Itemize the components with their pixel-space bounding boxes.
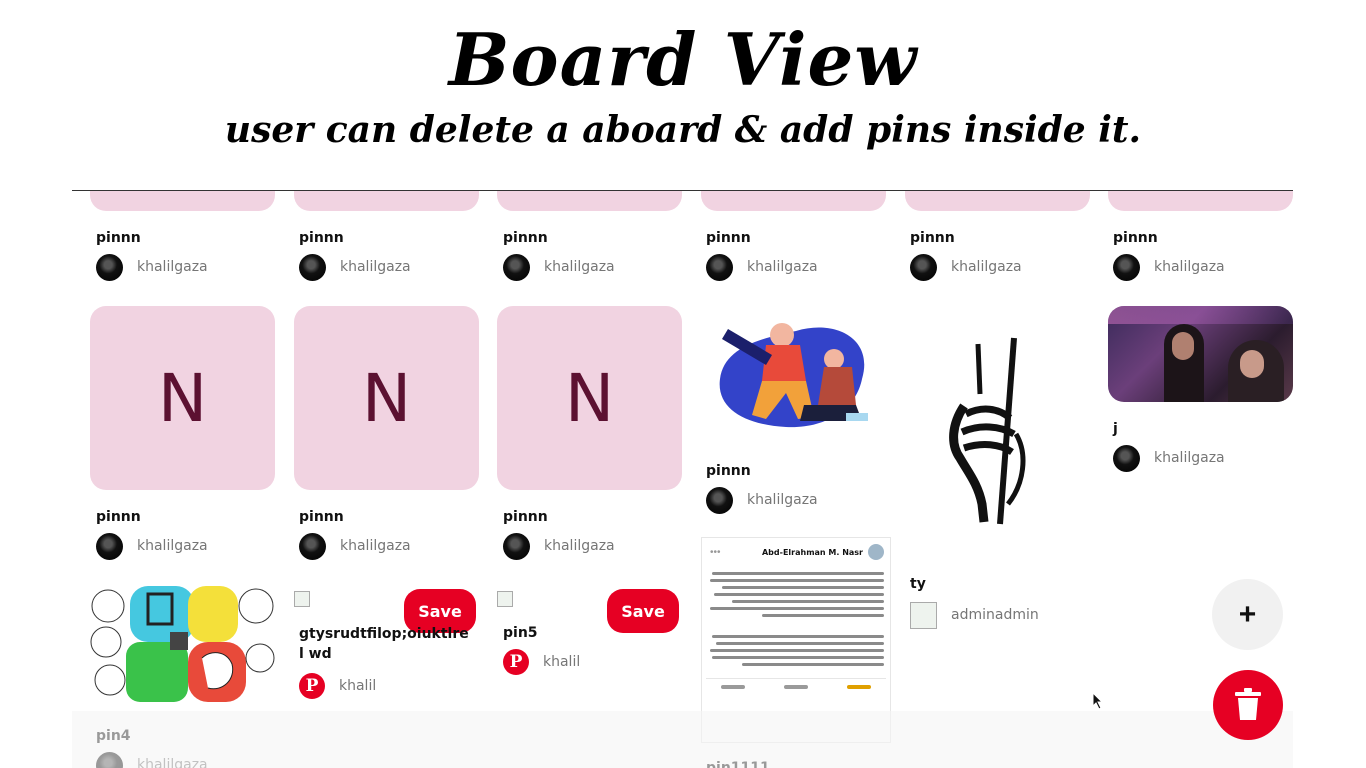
doodle-image[interactable] [90, 584, 275, 706]
pin-card[interactable]: pin5 Pkhalil [503, 624, 580, 676]
pin-card[interactable]: gtysrudtfilop;oiuktlrel wd Pkhalil [299, 624, 469, 700]
pin-board[interactable]: pinnn khalilgaza pinnn khalilgaza pinnn … [72, 191, 1293, 768]
pin-title: pinnn [96, 509, 141, 525]
pin-title: pinnn [96, 230, 141, 246]
avatar[interactable] [503, 532, 530, 560]
pin-letter: N [564, 359, 615, 437]
pin-username[interactable]: khalilgaza [1154, 450, 1225, 466]
pin-card[interactable]: pinnn khalilgaza [910, 229, 1022, 281]
avatar[interactable] [299, 532, 326, 560]
more-icon: ••• [710, 546, 721, 558]
avatar[interactable] [706, 486, 733, 514]
pin-title: pinnn [299, 230, 344, 246]
pin-username[interactable]: khalilgaza [1154, 259, 1225, 275]
pin-title: pinnn [503, 509, 548, 525]
pin-image[interactable] [1108, 191, 1293, 211]
plus-icon: + [1238, 597, 1257, 631]
pin-card[interactable]: pinnn khalilgaza [299, 229, 411, 281]
pin-title: ty [910, 576, 926, 592]
avatar [868, 544, 884, 560]
pin-username[interactable]: khalil [339, 678, 376, 694]
pin-title: pinnn [1113, 230, 1158, 246]
avatar[interactable] [910, 601, 937, 629]
add-pin-button[interactable]: + [1212, 579, 1283, 650]
pin-letter: N [361, 359, 412, 437]
avatar[interactable] [1113, 253, 1140, 281]
pin-image[interactable] [497, 191, 682, 211]
pin-username[interactable]: adminadmin [951, 607, 1039, 623]
page-title: Board View [448, 17, 918, 102]
pin-card[interactable]: pinnn khalilgaza [96, 508, 208, 560]
post-text [702, 572, 890, 666]
avatar[interactable] [299, 253, 326, 281]
avatar[interactable] [503, 253, 530, 281]
pin-username[interactable]: khalil [543, 654, 580, 670]
pin-username[interactable]: khalilgaza [137, 259, 208, 275]
pin-card[interactable]: j khalilgaza [1113, 420, 1225, 472]
hand-drawing-image[interactable] [942, 334, 1036, 528]
mouse-cursor-icon [1092, 692, 1104, 710]
pin-card[interactable]: pinnn khalilgaza [299, 508, 411, 560]
pin-title: pinnn [503, 230, 548, 246]
pin-card[interactable]: pinnn khalilgaza [503, 508, 615, 560]
broken-image-icon [294, 591, 310, 607]
pin-image[interactable]: N [294, 306, 479, 490]
pin-card[interactable]: pinnn khalilgaza [706, 229, 818, 281]
pin-letter: N [157, 359, 208, 437]
pin-image[interactable]: N [497, 306, 682, 490]
pin-username[interactable]: khalilgaza [137, 538, 208, 554]
save-button[interactable]: Save [607, 589, 679, 633]
pin-card[interactable]: pinnn khalilgaza [1113, 229, 1225, 281]
pin-username[interactable]: khalilgaza [544, 259, 615, 275]
fade-overlay [72, 711, 1293, 768]
avatar[interactable] [910, 253, 937, 281]
pin-username[interactable]: khalilgaza [951, 259, 1022, 275]
pin-card[interactable]: pinnn khalilgaza [96, 229, 208, 281]
photo-image[interactable] [1108, 306, 1293, 402]
pin-card[interactable]: pinnn khalilgaza [503, 229, 615, 281]
pin-title: gtysrudtfilop;oiuktlrel wd [299, 626, 469, 662]
pin-card[interactable]: ty adminadmin [910, 575, 1039, 629]
pin-title: pin5 [503, 625, 538, 641]
pin-username[interactable]: khalilgaza [747, 492, 818, 508]
pin-username[interactable]: khalilgaza [340, 538, 411, 554]
pin-image[interactable] [701, 191, 886, 211]
page-subtitle: user can delete a aboard & add pins insi… [224, 109, 1142, 151]
pin-title: j [1113, 421, 1118, 437]
post-author: Abd-Elrahman M. Nasr [761, 547, 863, 557]
pin-card[interactable]: pinnn khalilgaza [706, 462, 818, 514]
avatar[interactable] [706, 253, 733, 281]
avatar[interactable] [96, 253, 123, 281]
trash-icon [1235, 688, 1261, 720]
illustration-image[interactable] [706, 309, 886, 431]
avatar[interactable] [1113, 444, 1140, 472]
pin-image[interactable] [905, 191, 1090, 211]
pin-title: pinnn [910, 230, 955, 246]
pin-username[interactable]: khalilgaza [340, 259, 411, 275]
broken-image-icon [497, 591, 513, 607]
pin-image[interactable]: N [90, 306, 275, 490]
delete-board-button[interactable] [1213, 670, 1283, 740]
pin-username[interactable]: khalilgaza [747, 259, 818, 275]
pin-title: pinnn [706, 463, 751, 479]
pinterest-icon[interactable]: P [503, 649, 529, 675]
post-actions [702, 679, 890, 689]
pin-title: pinnn [706, 230, 751, 246]
pin-image[interactable] [294, 191, 479, 211]
avatar[interactable] [96, 532, 123, 560]
pin-image[interactable] [90, 191, 275, 211]
pin-username[interactable]: khalilgaza [544, 538, 615, 554]
pin-title: pinnn [299, 509, 344, 525]
pinterest-icon[interactable]: P [299, 673, 325, 699]
